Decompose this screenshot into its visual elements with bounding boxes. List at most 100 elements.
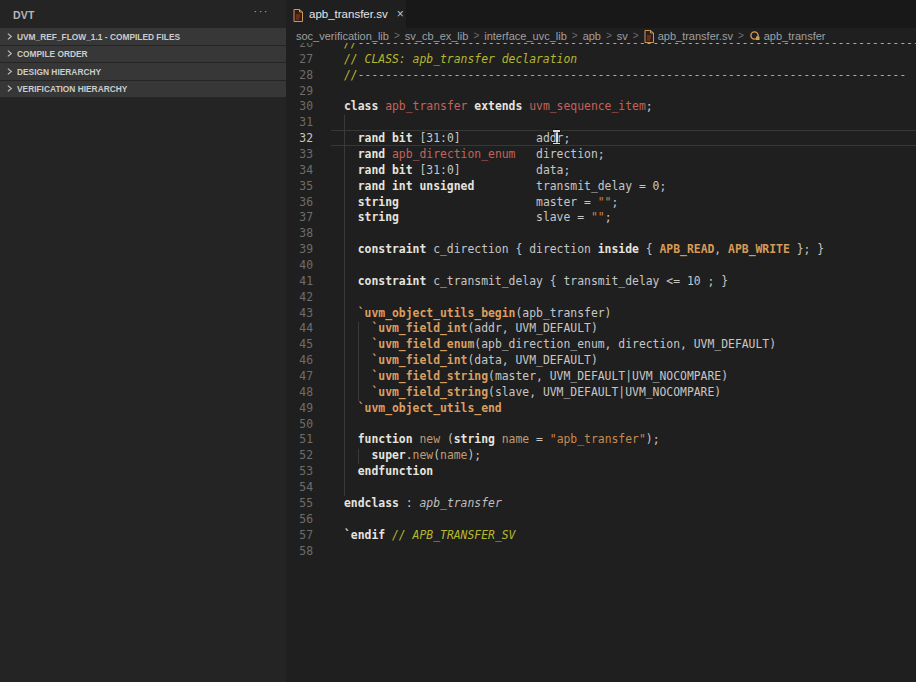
token-m: `uvm_field_int (371, 353, 467, 367)
code-line: 47 `uvm_field_string(master, UVM_DEFAULT… (286, 369, 916, 385)
line-number: 51 (286, 432, 313, 448)
code-line: 30class apb_transfer extends uvm_sequenc… (286, 99, 916, 115)
code-text: super.new(name); (344, 448, 481, 464)
breadcrumb-item[interactable]: apb_transfer.sv (658, 30, 733, 42)
token-d: c_direction { direction (426, 242, 597, 256)
sv-file-icon (293, 8, 303, 21)
token-d: = (529, 432, 550, 446)
token-k: function (358, 432, 413, 446)
code-text: function new (string name = "apb_transfe… (344, 432, 660, 448)
token-k: `endif (344, 528, 385, 542)
line-number: 41 (286, 274, 313, 290)
line-number: 55 (286, 496, 313, 512)
token-c: // APB_TRANSFER_SV (392, 528, 515, 542)
breadcrumb-item[interactable]: sv (617, 30, 628, 42)
token-t: apb_transfer (385, 99, 467, 113)
code-line: 34 rand bit [31:0] data; (286, 163, 916, 179)
sidebar-section-uvm-ref-flow-1-1-compiled-files[interactable]: UVM_REF_FLOW_1.1 - COMPILED FILES (0, 27, 286, 45)
code-text: `endif // APB_TRANSFER_SV (344, 528, 515, 544)
code-text: class apb_transfer extends uvm_sequence_… (344, 99, 653, 115)
token-d: (data, UVM_DEFAULT) (467, 353, 597, 367)
line-number: 34 (286, 163, 313, 179)
line-number: 57 (286, 528, 313, 544)
token-d: [31:0] data; (413, 163, 571, 177)
more-actions-icon[interactable]: ··· (254, 5, 270, 17)
token-k: rand bit (358, 131, 413, 145)
code-text: rand bit [31:0] addr; (344, 131, 570, 147)
token-d: ( (433, 448, 440, 462)
token-p: name (440, 448, 467, 462)
sidebar-section-label: COMPILE ORDER (17, 48, 88, 59)
code-line: 58 (286, 544, 916, 560)
tab-close-icon[interactable]: × (397, 7, 404, 21)
code-line: 45 `uvm_field_enum(apb_direction_enum, d… (286, 337, 916, 353)
code-line: 37 string slave = ""; (286, 210, 916, 226)
line-number: 58 (286, 544, 313, 560)
breadcrumb-item[interactable]: sv_cb_ex_lib (405, 30, 469, 42)
token-d (344, 242, 358, 256)
token-i: apb_transfer (419, 496, 501, 510)
sidebar-section-design-hierarchy[interactable]: DESIGN HIERARCHY (0, 62, 286, 80)
token-d: ; (646, 99, 653, 113)
token-c: // CLASS: apb_transfer declaration (344, 52, 577, 66)
code-line: 44 `uvm_field_int(addr, UVM_DEFAULT) (286, 321, 916, 337)
token-m: `uvm_object_utils_end (358, 401, 502, 415)
token-t: apb_direction_enum (392, 147, 515, 161)
code-text: string slave = ""; (344, 210, 611, 226)
breadcrumb-item[interactable]: apb (583, 30, 601, 42)
code-text: `uvm_object_utils_end (344, 401, 502, 417)
line-number: 38 (286, 226, 313, 242)
sidebar-section-verification-hierarchy[interactable]: VERIFICATION HIERARCHY (0, 80, 286, 98)
code-line: 33 rand apb_direction_enum direction; (286, 147, 916, 163)
token-m: `uvm_field_enum (371, 337, 474, 351)
breadcrumb-item[interactable]: soc_verification_lib (296, 30, 389, 42)
token-k: endfunction (358, 464, 433, 478)
line-number: 35 (286, 179, 313, 195)
indent-guide (358, 322, 359, 401)
token-p: new (419, 432, 440, 446)
code-line: 27// CLASS: apb_transfer declaration (286, 52, 916, 68)
token-t: uvm_sequence_item (529, 99, 646, 113)
token-d: . (406, 448, 413, 462)
token-d: , (714, 242, 728, 256)
tab-apb-transfer[interactable]: apb_transfer.sv × (286, 0, 406, 28)
sidebar-header: DVT ··· (0, 0, 286, 27)
token-c: //--------------------------------------… (344, 68, 906, 82)
token-e: APB_READ (659, 242, 714, 256)
sv-file-icon (644, 29, 654, 42)
code-editor[interactable]: 26//------------------------------------… (286, 43, 916, 682)
token-k: class (344, 99, 378, 113)
code-text: constraint c_transmit_delay { transmit_d… (344, 274, 728, 290)
code-line: 54 (286, 480, 916, 496)
code-text: constraint c_direction { direction insid… (344, 242, 824, 258)
token-k: string (358, 195, 399, 209)
token-d (385, 147, 392, 161)
code-text: `uvm_field_int(addr, UVM_DEFAULT) (344, 321, 598, 337)
token-k: string (358, 210, 399, 224)
sidebar-section-label: DESIGN HIERARCHY (17, 66, 101, 77)
token-d: (slave, UVM_DEFAULT|UVM_NOCOMPARE) (488, 385, 721, 399)
token-d: master = (399, 195, 598, 209)
tab-bar: apb_transfer.sv × (286, 0, 916, 28)
sidebar-section-compile-order[interactable]: COMPILE ORDER (0, 45, 286, 63)
token-m: `uvm_field_string (371, 369, 488, 383)
token-d: (apb_transfer) (515, 306, 611, 320)
code-line: 50 (286, 417, 916, 433)
sidebar-title: DVT (13, 9, 35, 21)
token-d: slave = (399, 210, 591, 224)
token-p: name (502, 432, 529, 446)
code-text: endclass : apb_transfer (344, 496, 502, 512)
ibeam-cursor (552, 130, 561, 144)
code-line: 39 constraint c_direction { direction in… (286, 242, 916, 258)
token-d (344, 131, 358, 145)
code-line: 38 (286, 226, 916, 242)
line-number: 36 (286, 195, 313, 211)
breadcrumb-item[interactable]: apb_transfer (764, 30, 826, 42)
sidebar-section-label: UVM_REF_FLOW_1.1 - COMPILED FILES (17, 31, 180, 42)
token-k: extends (474, 99, 522, 113)
token-d: ); (467, 448, 481, 462)
breadcrumb-separator: > (606, 30, 612, 41)
breadcrumb-item[interactable]: interface_uvc_lib (484, 30, 567, 42)
token-d (495, 432, 502, 446)
token-k: constraint (358, 274, 427, 288)
